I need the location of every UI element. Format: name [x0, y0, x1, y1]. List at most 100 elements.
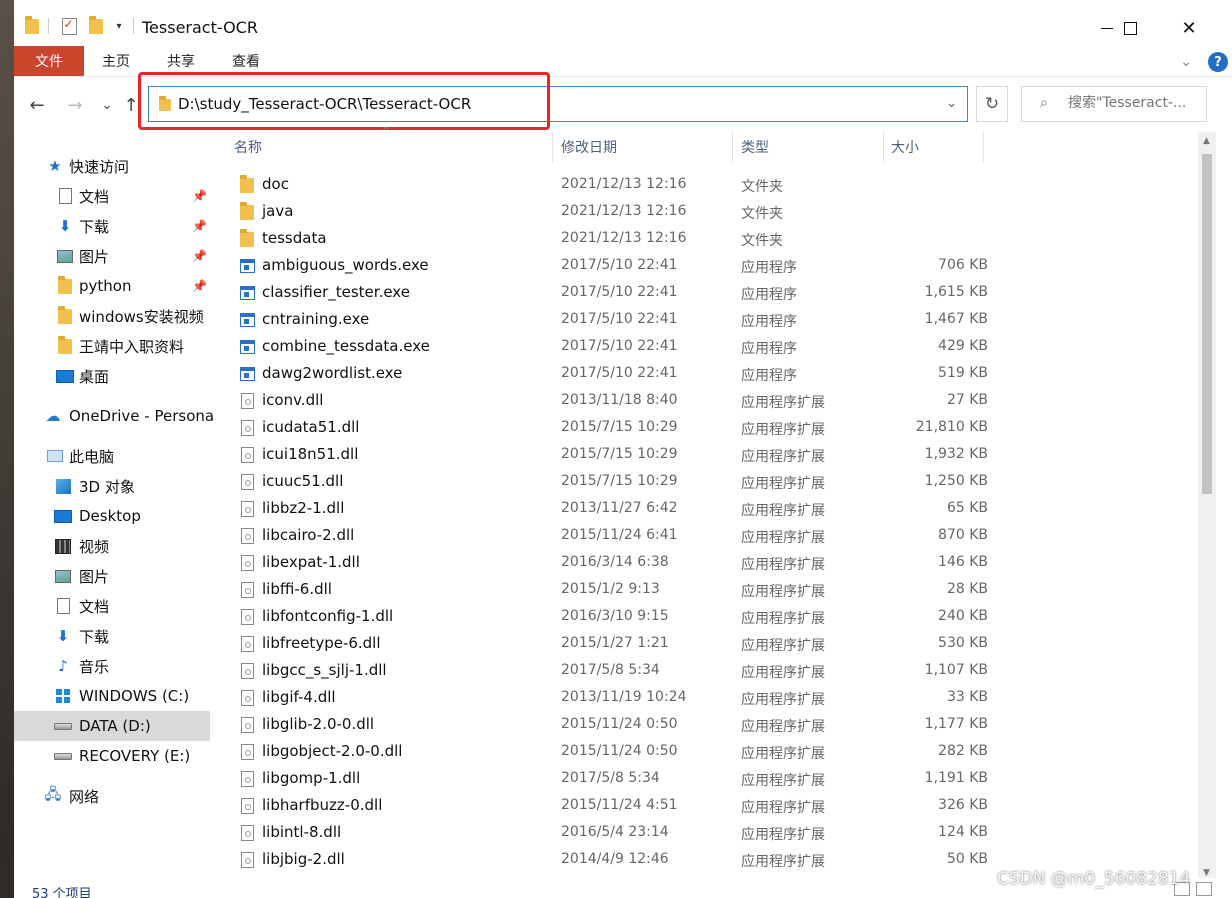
file-type: 应用程序扩展 — [741, 476, 825, 492]
window-title: Tesseract-OCR — [142, 18, 258, 37]
column-header-name[interactable]: 名称 — [234, 132, 262, 162]
file-row[interactable]: icui18n51.dll 2015/7/15 10:29 应用程序扩展 1,932 … — [228, 441, 988, 468]
file-type: 应用程序扩展 — [741, 449, 825, 465]
file-date: 2017/5/8 5:34 — [561, 662, 660, 678]
file-row[interactable]: dawg2wordlist.exe 2017/5/10 22:41 应用程序 519 … — [228, 360, 988, 387]
dll-file-icon — [238, 554, 256, 572]
file-row[interactable]: cntraining.exe 2017/5/10 22:41 应用程序 1,467 K… — [228, 306, 988, 333]
search-box[interactable]: ⌕ — [1021, 86, 1207, 122]
column-divider[interactable] — [883, 132, 884, 162]
file-size: 27 KB — [946, 392, 988, 408]
file-row[interactable]: libexpat-1.dll 2016/3/14 6:38 应用程序扩展 146 KB — [228, 549, 988, 576]
forward-button[interactable]: → — [62, 90, 88, 120]
tab-file[interactable]: 文件 — [14, 46, 84, 76]
refresh-button[interactable]: ↻ — [976, 86, 1008, 122]
application-icon — [238, 311, 256, 329]
file-row[interactable]: tessdata 2021/12/13 12:16 文件夹 — [228, 225, 988, 252]
file-type: 应用程序扩展 — [741, 746, 825, 762]
vertical-scrollbar[interactable]: ▲ ▼ — [1198, 132, 1216, 882]
file-date: 2015/1/27 1:21 — [561, 635, 669, 651]
file-row[interactable]: ambiguous_words.exe 2017/5/10 22:41 应用程序 70… — [228, 252, 988, 279]
column-header-size[interactable]: 大小 — [891, 132, 919, 162]
file-date: 2015/11/24 0:50 — [561, 716, 678, 732]
file-list: doc 2021/12/13 12:16 文件夹 java 2021/12/13 12:… — [14, 171, 1198, 876]
file-date: 2015/7/15 10:29 — [561, 473, 678, 489]
file-row[interactable]: java 2021/12/13 12:16 文件夹 — [228, 198, 988, 225]
file-name: icudata51.dll — [262, 418, 360, 436]
maximize-button[interactable] — [1107, 10, 1153, 46]
search-input[interactable] — [1068, 95, 1202, 111]
file-row[interactable]: libfontconfig-1.dll 2016/3/10 9:15 应用程序扩展 2… — [228, 603, 988, 630]
item-count: 53 个项目 — [32, 887, 92, 898]
file-date: 2015/11/24 0:50 — [561, 743, 678, 759]
file-type: 应用程序扩展 — [741, 530, 825, 546]
column-divider[interactable] — [552, 132, 553, 162]
file-size: 124 KB — [938, 824, 988, 840]
file-row[interactable]: libglib-2.0-0.dll 2015/11/24 0:50 应用程序扩展 1,… — [228, 711, 988, 738]
file-name: libgobject-2.0-0.dll — [262, 742, 403, 760]
file-row[interactable]: libgomp-1.dll 2017/5/8 5:34 应用程序扩展 1,191 KB — [228, 765, 988, 792]
file-name: icui18n51.dll — [262, 445, 359, 463]
back-button[interactable]: ← — [24, 90, 50, 120]
address-dropdown-chevron-icon[interactable]: ⌄ — [946, 96, 957, 111]
file-type: 应用程序扩展 — [741, 395, 825, 411]
file-name: dawg2wordlist.exe — [262, 364, 403, 382]
column-header-date[interactable]: 修改日期 — [561, 132, 617, 162]
file-row[interactable]: classifier_tester.exe 2017/5/10 22:41 应用程序… — [228, 279, 988, 306]
file-date: 2017/5/10 22:41 — [561, 284, 678, 300]
file-row[interactable]: doc 2021/12/13 12:16 文件夹 — [228, 171, 988, 198]
file-row[interactable]: libgobject-2.0-0.dll 2015/11/24 0:50 应用程序扩… — [228, 738, 988, 765]
dll-file-icon — [238, 419, 256, 437]
large-icons-view-icon[interactable] — [1196, 882, 1212, 896]
file-name: tessdata — [262, 229, 327, 247]
file-row[interactable]: libintl-8.dll 2016/5/4 23:14 应用程序扩展 124 KB — [228, 819, 988, 846]
scrollbar-thumb[interactable] — [1202, 154, 1212, 494]
column-divider[interactable] — [983, 132, 984, 162]
search-icon: ⌕ — [1040, 95, 1048, 111]
file-name: libgcc_s_sjlj-1.dll — [262, 661, 387, 679]
expand-ribbon-chevron-icon[interactable]: ⌄ — [1180, 54, 1192, 70]
file-name: libfreetype-6.dll — [262, 634, 381, 652]
file-row[interactable]: libffi-6.dll 2015/1/2 9:13 应用程序扩展 28 KB — [228, 576, 988, 603]
column-divider[interactable] — [732, 132, 733, 162]
file-row[interactable]: libbz2-1.dll 2013/11/27 6:42 应用程序扩展 65 KB — [228, 495, 988, 522]
file-name: libglib-2.0-0.dll — [262, 715, 375, 733]
file-name: classifier_tester.exe — [262, 283, 410, 301]
file-size: 33 KB — [946, 689, 988, 705]
properties-icon[interactable] — [61, 17, 77, 35]
file-row[interactable]: libjbig-2.dll 2014/4/9 12:46 应用程序扩展 50 KB — [228, 846, 988, 873]
file-type: 应用程序 — [741, 368, 797, 384]
file-size: 146 KB — [938, 554, 988, 570]
file-row[interactable]: iconv.dll 2013/11/18 8:40 应用程序扩展 27 KB — [228, 387, 988, 414]
close-button[interactable]: ✕ — [1166, 10, 1212, 46]
file-date: 2017/5/10 22:41 — [561, 257, 678, 273]
file-name: libgomp-1.dll — [262, 769, 361, 787]
file-row[interactable]: libfreetype-6.dll 2015/1/27 1:21 应用程序扩展 530… — [228, 630, 988, 657]
column-header-type[interactable]: 类型 — [741, 132, 769, 162]
customize-toolbar-chevron-icon[interactable]: ▾ — [112, 17, 126, 35]
file-size: 1,177 KB — [924, 716, 988, 732]
scroll-down-icon[interactable]: ▼ — [1203, 868, 1210, 878]
file-row[interactable]: libcairo-2.dll 2015/11/24 6:41 应用程序扩展 870 K… — [228, 522, 988, 549]
file-type: 应用程序扩展 — [741, 854, 825, 870]
file-size: 1,615 KB — [924, 284, 988, 300]
file-explorer-window: ▾ Tesseract-OCR ✕ 文件 主页 共享 查看 ⌄ ? ← → ⌄ … — [14, 0, 1232, 898]
file-row[interactable]: icuuc51.dll 2015/7/15 10:29 应用程序扩展 1,250 KB — [228, 468, 988, 495]
recent-locations-chevron-icon[interactable]: ⌄ — [94, 90, 120, 120]
file-date: 2021/12/13 12:16 — [561, 230, 687, 246]
help-icon[interactable]: ? — [1208, 52, 1228, 72]
application-icon — [238, 284, 256, 302]
file-size: 1,191 KB — [924, 770, 988, 786]
tab-home[interactable]: 主页 — [94, 46, 138, 76]
file-row[interactable]: combine_tessdata.exe 2017/5/10 22:41 应用程序 4… — [228, 333, 988, 360]
file-date: 2016/5/4 23:14 — [561, 824, 669, 840]
file-row[interactable]: libgcc_s_sjlj-1.dll 2017/5/8 5:34 应用程序扩展 1,… — [228, 657, 988, 684]
new-folder-icon[interactable] — [88, 15, 104, 35]
file-row[interactable]: icudata51.dll 2015/7/15 10:29 应用程序扩展 21,810… — [228, 414, 988, 441]
application-icon — [238, 257, 256, 275]
file-type: 文件夹 — [741, 179, 783, 195]
folder-icon — [238, 228, 256, 248]
scroll-up-icon[interactable]: ▲ — [1203, 136, 1210, 146]
file-row[interactable]: libgif-4.dll 2013/11/19 10:24 应用程序扩展 33 KB — [228, 684, 988, 711]
file-row[interactable]: libharfbuzz-0.dll 2015/11/24 4:51 应用程序扩展 32… — [228, 792, 988, 819]
